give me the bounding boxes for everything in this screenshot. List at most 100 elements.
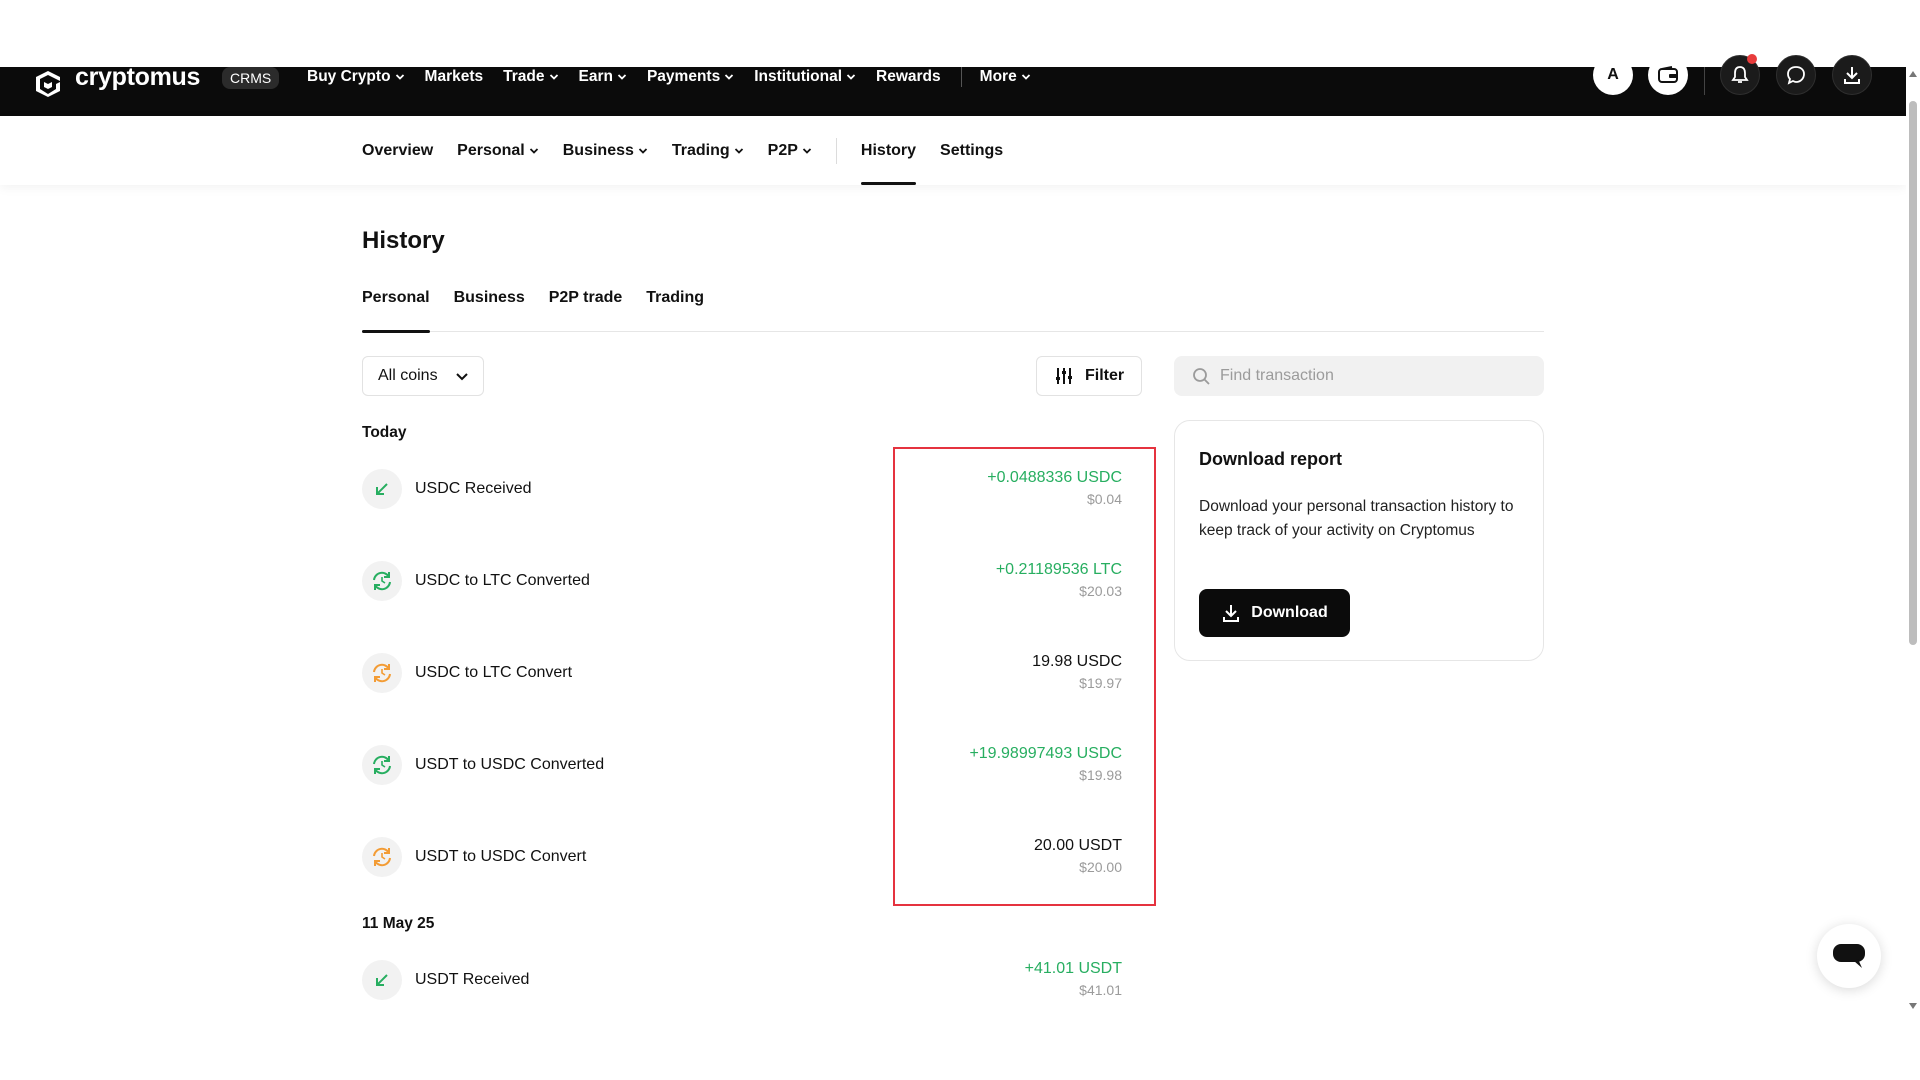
subnav-item-personal[interactable]: Personal: [457, 116, 539, 185]
subnav-item-settings[interactable]: Settings: [940, 116, 1003, 185]
chevron-down-icon: [734, 147, 743, 154]
top-navbar: cryptomus CRMS Buy Crypto Markets Trade Ear…: [0, 54, 1906, 116]
download-icon: [1223, 605, 1240, 622]
subnav-item-history[interactable]: History: [860, 116, 917, 185]
nav-item-label: Payments: [646, 68, 721, 85]
nav-item-earn[interactable]: Earn: [579, 68, 627, 86]
nav-item-markets[interactable]: Markets: [425, 68, 484, 86]
transaction-label: USDC Received: [415, 480, 532, 497]
transaction-usd-value: $41.01: [1079, 982, 1122, 998]
wallet-button[interactable]: [1648, 55, 1688, 95]
scroll-up-arrow-icon[interactable]: [1909, 71, 1917, 77]
coins-dropdown[interactable]: All coins: [362, 356, 484, 396]
subnav-item-label: Personal: [457, 141, 525, 159]
transaction-label: USDT to USDC Converted: [415, 756, 605, 773]
nav-item-buy-crypto[interactable]: Buy Crypto: [307, 68, 405, 86]
subnav-item-p2p[interactable]: P2P: [768, 116, 812, 185]
crms-badge[interactable]: CRMS: [222, 67, 280, 89]
chevron-down-icon: [638, 147, 648, 154]
convert-orange-icon: [362, 837, 402, 877]
main-menu: Buy Crypto Markets Trade Earn Payments Instit…: [307, 67, 1051, 87]
bell-icon: [1731, 66, 1749, 83]
brand-name: cryptomus: [75, 62, 201, 91]
subnav-menu: Overview Personal Business Trading P2P Histor…: [362, 116, 1027, 185]
account-subnav: Overview Personal Business Trading P2P Histor…: [0, 116, 1906, 185]
tab-trading[interactable]: Trading: [646, 284, 704, 332]
app-download-button[interactable]: [1832, 55, 1872, 95]
chat-bubble-icon: [1787, 66, 1805, 85]
nav-item-more[interactable]: More: [980, 68, 1031, 86]
nav-divider: [960, 67, 962, 87]
nav-item-label: More: [979, 68, 1017, 85]
nav-item-label: Earn: [578, 68, 613, 85]
chevron-down-icon: [549, 74, 558, 80]
chat-icon: [1833, 944, 1865, 968]
download-button-label: Download: [1251, 604, 1328, 621]
coins-dropdown-value: All coins: [378, 367, 438, 384]
nav-item-payments[interactable]: Payments: [647, 68, 734, 86]
support-chat-button[interactable]: [1817, 924, 1881, 988]
chevron-down-icon: [802, 147, 812, 154]
nav-item-label: Buy Crypto: [307, 68, 391, 85]
avatar[interactable]: A: [1593, 55, 1633, 95]
subnav-item-label: Settings: [940, 141, 1004, 159]
received-arrow-icon: [362, 960, 402, 1000]
convert-orange-icon: [362, 653, 402, 693]
transaction-label: USDC to LTC Converted: [415, 572, 590, 589]
notifications-button[interactable]: [1720, 54, 1760, 95]
filter-button[interactable]: Filter: [1036, 356, 1142, 396]
tab-business[interactable]: Business: [454, 284, 525, 332]
logo[interactable]: cryptomus: [34, 64, 200, 97]
transaction-amount: +41.01 USDT: [1024, 960, 1122, 977]
page-title: History: [362, 227, 445, 254]
transaction-label: USDT to USDC Convert: [415, 848, 587, 865]
transaction-label: USDT Received: [415, 971, 530, 988]
wallet-icon: [1658, 66, 1678, 83]
report-description: Download your personal transaction histo…: [1199, 498, 1514, 539]
subnav-item-label: Trading: [671, 141, 730, 159]
filter-label: Filter: [1085, 367, 1125, 384]
page-scrollbar[interactable]: [1906, 67, 1920, 1013]
subnav-item-trading[interactable]: Trading: [672, 116, 744, 185]
nav-divider: [1704, 67, 1705, 95]
scroll-down-arrow-icon[interactable]: [1909, 1003, 1917, 1009]
chat-button[interactable]: [1776, 55, 1816, 95]
transaction-label: USDC to LTC Convert: [415, 664, 573, 681]
nav-item-label: Trade: [503, 68, 545, 85]
history-tabs: Personal Business P2P trade Trading: [362, 284, 1544, 333]
subnav-item-label: Business: [562, 141, 634, 159]
notification-dot: [1747, 54, 1757, 64]
search-input[interactable]: [1220, 367, 1530, 385]
avatar-letter: A: [1607, 66, 1619, 83]
chevron-down-icon: [395, 74, 404, 80]
nav-item-trade[interactable]: Trade: [503, 68, 558, 86]
tab-personal[interactable]: Personal: [362, 284, 430, 333]
subnav-item-business[interactable]: Business: [563, 116, 648, 185]
chevron-down-icon: [617, 74, 627, 80]
search-icon: [1193, 368, 1210, 385]
subnav-divider: [835, 137, 837, 164]
transaction-row[interactable]: USDT Received +41.01 USDT $41.01: [362, 960, 1122, 1002]
convert-green-icon: [362, 561, 402, 601]
day-label: 11 May 25: [362, 915, 435, 932]
chevron-down-icon: [725, 74, 734, 80]
received-arrow-icon: [362, 469, 402, 509]
report-title: Download report: [1199, 449, 1342, 469]
nav-item-label: Institutional: [754, 68, 843, 85]
nav-item-institutional[interactable]: Institutional: [754, 68, 856, 86]
nav-item-label: Markets: [424, 68, 484, 85]
nav-item-rewards[interactable]: Rewards: [876, 68, 941, 86]
scroll-thumb[interactable]: [1909, 101, 1917, 645]
subnav-item-label: Overview: [362, 141, 434, 159]
download-report-card: Download report Download your personal t…: [1174, 420, 1544, 661]
cryptomus-logo-icon: [36, 71, 60, 97]
subnav-item-overview[interactable]: Overview: [362, 116, 433, 185]
download-report-button[interactable]: Download: [1199, 589, 1350, 637]
highlight-annotation-box: [893, 447, 1156, 906]
tab-p2p-trade[interactable]: P2P trade: [549, 284, 623, 332]
convert-green-icon: [362, 745, 402, 785]
search-box: [1174, 356, 1544, 396]
filter-sliders-icon: [1056, 368, 1072, 384]
subnav-item-label: P2P: [767, 141, 798, 159]
download-icon: [1844, 67, 1860, 84]
